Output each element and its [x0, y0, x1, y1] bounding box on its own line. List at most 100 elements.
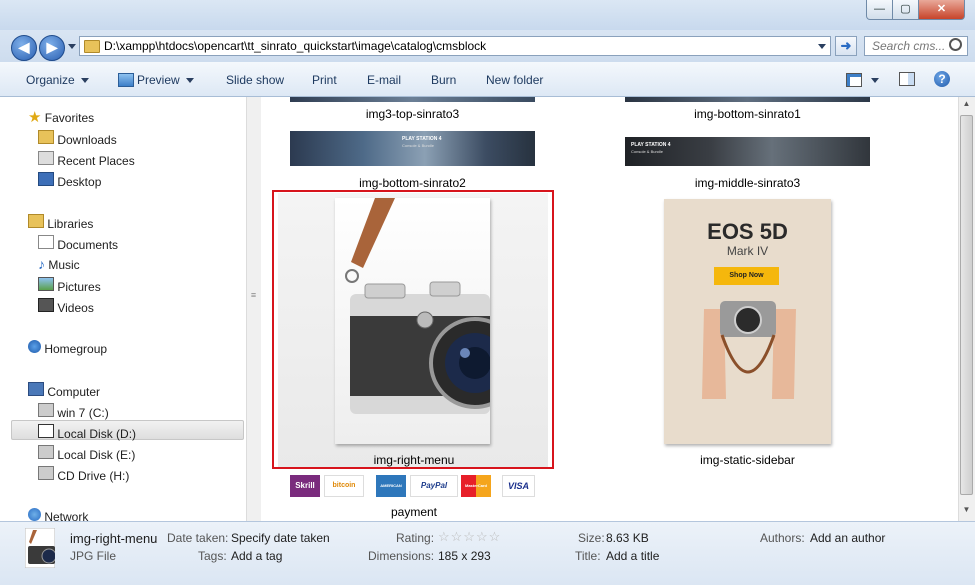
- thumbnail-img-static-sidebar[interactable]: EOS 5D Mark IV Shop Now: [664, 199, 831, 444]
- title-value[interactable]: Add a title: [606, 549, 659, 563]
- sidebar-label: Local Disk (E:): [57, 448, 136, 462]
- scroll-up-icon[interactable]: ▲: [960, 99, 973, 113]
- eos-subtitle: Mark IV: [726, 244, 769, 258]
- sidebar-item-favorites[interactable]: ★ Favorites: [28, 108, 94, 126]
- banner-title: PLAY STATION 4: [631, 142, 671, 148]
- sidebar-item-win7[interactable]: win 7 (C:): [38, 403, 109, 420]
- search-placeholder: Search cms...: [872, 39, 946, 53]
- sidebar-label: Pictures: [57, 280, 101, 294]
- sidebar-item-local-disk-d[interactable]: Local Disk (D:): [38, 424, 136, 441]
- sidebar-label: Libraries: [47, 217, 94, 231]
- sidebar-label: CD Drive (H:): [57, 469, 130, 483]
- sidebar-label: Music: [48, 258, 80, 272]
- eos-camera-hands-image: [702, 301, 796, 399]
- bitcoin-logo: bitcoin: [324, 475, 364, 497]
- file-label[interactable]: img-middle-sinrato3: [625, 176, 870, 190]
- new-folder-button[interactable]: New folder: [486, 73, 543, 87]
- sidebar-item-local-disk-e[interactable]: Local Disk (E:): [38, 445, 135, 462]
- thumbnail-img3-top-sinrato3[interactable]: [290, 97, 535, 102]
- eos-shop-button: Shop Now: [714, 267, 779, 285]
- thumbnail-img-right-menu[interactable]: [335, 198, 490, 444]
- search-icon[interactable]: [949, 38, 962, 51]
- title-label: Title:: [575, 549, 601, 563]
- cd-drive-icon: [38, 466, 54, 480]
- go-arrow-icon[interactable]: ➜: [835, 36, 857, 56]
- thumbnail-img-bottom-sinrato2[interactable]: PLAY STATION 4 Console & Bundle: [290, 131, 535, 166]
- address-path: D:\xampp\htdocs\opencart\tt_sinrato_quic…: [104, 39, 487, 53]
- email-button[interactable]: E-mail: [367, 73, 401, 87]
- drive-icon: [38, 445, 54, 459]
- preview-pane-icon[interactable]: [899, 72, 915, 86]
- burn-button[interactable]: Burn: [431, 73, 456, 87]
- sidebar-label: Downloads: [57, 133, 117, 147]
- tags-value[interactable]: Add a tag: [231, 549, 282, 563]
- forward-button[interactable]: ▶: [39, 35, 65, 61]
- title-bar: [0, 0, 975, 30]
- history-dropdown-icon[interactable]: [68, 44, 76, 49]
- sidebar-item-downloads[interactable]: Downloads: [38, 130, 117, 147]
- scroll-grip-icon[interactable]: ≡: [248, 290, 259, 304]
- thumbnail-img-bottom-sinrato1[interactable]: [625, 97, 870, 102]
- selected-file-thumbnail-icon: [25, 528, 55, 568]
- sidebar-label: Homegroup: [44, 342, 108, 356]
- pictures-icon: [38, 277, 54, 291]
- view-dropdown-icon[interactable]: [871, 78, 879, 83]
- network-icon: [28, 508, 41, 521]
- file-label[interactable]: payment: [290, 505, 538, 519]
- desktop-icon: [38, 172, 54, 186]
- address-dropdown-icon[interactable]: [818, 44, 826, 49]
- sidebar-item-videos[interactable]: Videos: [38, 298, 94, 315]
- documents-icon: [38, 235, 54, 249]
- organize-label: Organize: [26, 73, 75, 87]
- homegroup-icon: [28, 340, 41, 353]
- slideshow-button[interactable]: Slide show: [226, 73, 284, 87]
- dimensions-label: Dimensions:: [368, 549, 435, 563]
- paypal-logo: PayPal: [410, 475, 458, 497]
- visa-logo: VISA: [502, 475, 535, 497]
- dimensions-value: 185 x 293: [438, 549, 491, 563]
- authors-value[interactable]: Add an author: [810, 531, 885, 545]
- organize-menu[interactable]: Organize: [26, 73, 89, 87]
- view-options-icon[interactable]: [846, 73, 862, 87]
- date-taken-label: Date taken:: [167, 531, 229, 545]
- file-label[interactable]: img3-top-sinrato3: [290, 107, 535, 121]
- maximize-button[interactable]: ▢: [892, 0, 919, 20]
- rating-stars[interactable]: ☆☆☆☆☆: [438, 529, 501, 545]
- file-label[interactable]: img-bottom-sinrato1: [625, 107, 870, 121]
- folder-icon: [84, 40, 100, 53]
- sidebar-item-recent-places[interactable]: Recent Places: [38, 151, 135, 168]
- close-button[interactable]: ✕: [918, 0, 965, 20]
- scroll-down-icon[interactable]: ▼: [960, 505, 973, 519]
- details-file-type: JPG File: [70, 549, 117, 563]
- sidebar-item-music[interactable]: ♪ Music: [38, 256, 80, 272]
- libraries-icon: [28, 214, 44, 228]
- amex-logo: AMERICAN EXPRESS: [376, 475, 406, 510]
- sidebar-scrollbar[interactable]: [246, 97, 261, 521]
- thumbnail-payment[interactable]: Skrill bitcoin AMERICAN EXPRESS PayPal M…: [290, 475, 535, 510]
- sidebar-item-libraries[interactable]: Libraries: [28, 214, 93, 231]
- help-icon[interactable]: ?: [934, 71, 950, 87]
- date-taken-value[interactable]: Specify date taken: [231, 531, 330, 545]
- sidebar-item-computer[interactable]: Computer: [28, 382, 100, 399]
- minimize-button[interactable]: —: [866, 0, 893, 20]
- sidebar-label: Documents: [57, 238, 119, 252]
- file-label[interactable]: img-bottom-sinrato2: [290, 176, 535, 190]
- sidebar-item-pictures[interactable]: Pictures: [38, 277, 101, 294]
- sidebar-label: Local Disk (D:): [57, 427, 137, 441]
- music-icon: ♪: [38, 256, 45, 272]
- back-button[interactable]: ◀: [11, 35, 37, 61]
- sidebar-item-cd-drive[interactable]: CD Drive (H:): [38, 466, 129, 483]
- eos-title: EOS 5D: [707, 219, 788, 244]
- thumbnail-img-middle-sinrato3[interactable]: PLAY STATION 4 Console & Bundle: [625, 137, 870, 166]
- sidebar-label: Recent Places: [57, 154, 135, 168]
- sidebar-item-documents[interactable]: Documents: [38, 235, 118, 252]
- sidebar-item-homegroup[interactable]: Homegroup: [28, 340, 107, 356]
- scroll-thumb[interactable]: [960, 115, 973, 495]
- preview-menu[interactable]: Preview: [137, 73, 194, 87]
- camera-image: [345, 198, 490, 414]
- skrill-logo: Skrill: [290, 475, 320, 497]
- sidebar-item-desktop[interactable]: Desktop: [38, 172, 101, 189]
- file-label[interactable]: img-static-sidebar: [664, 453, 831, 467]
- print-button[interactable]: Print: [312, 73, 337, 87]
- file-label[interactable]: img-right-menu: [290, 453, 538, 467]
